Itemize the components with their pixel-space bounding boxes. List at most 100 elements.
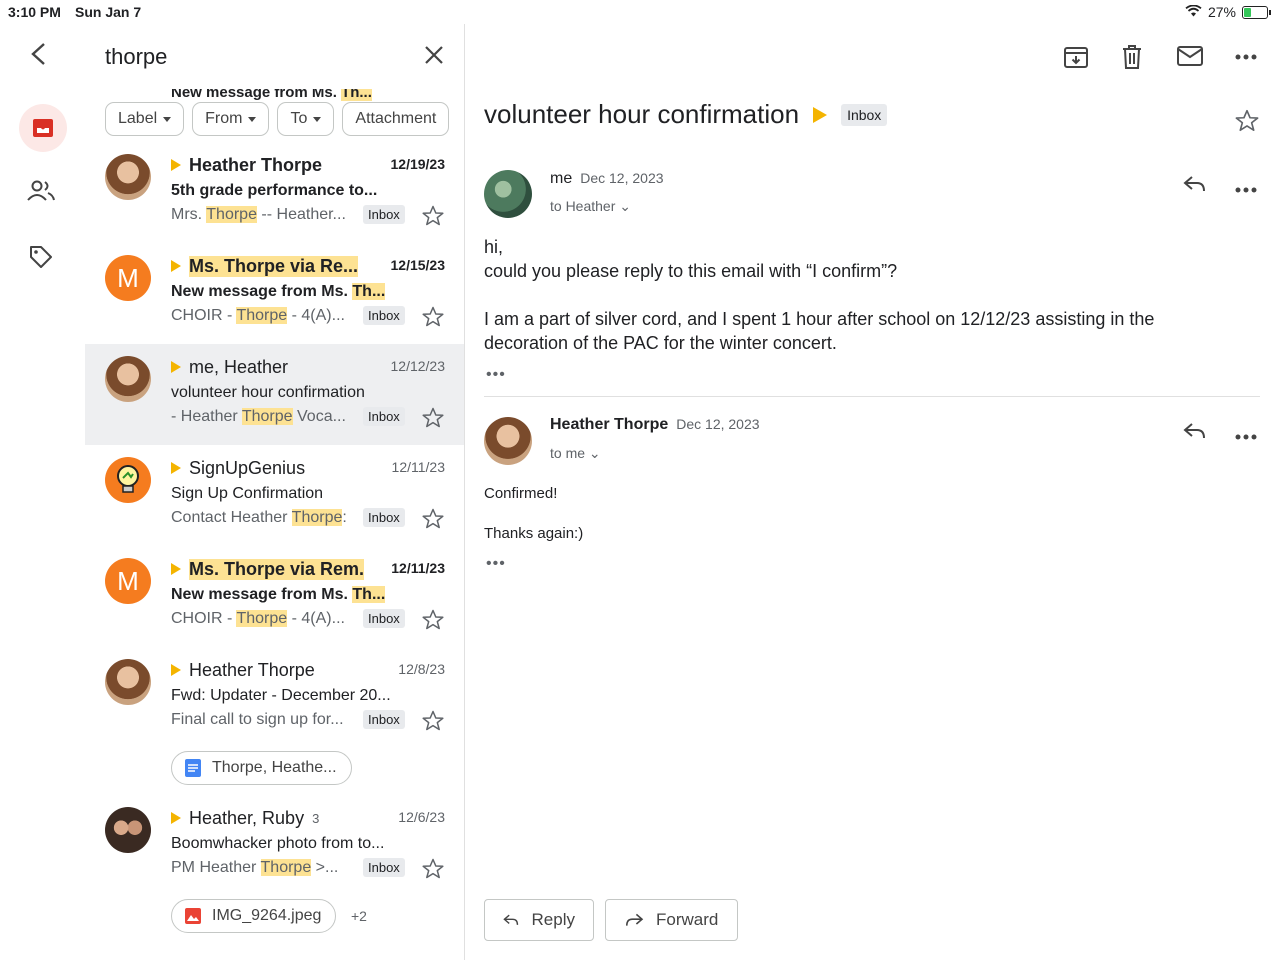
- forward-button[interactable]: Forward: [605, 899, 738, 941]
- email-date: 12/11/23: [391, 560, 445, 576]
- thread-subject-row: volunteer hour confirmation Inbox: [484, 99, 888, 130]
- attachment-chip[interactable]: Thorpe, Heathe...: [171, 751, 352, 785]
- more-options-icon[interactable]: [1235, 48, 1257, 66]
- chip-to[interactable]: To: [277, 102, 335, 136]
- reply-button[interactable]: Reply: [484, 899, 594, 941]
- avatar: [105, 154, 151, 200]
- forward-icon: [626, 913, 644, 926]
- star-icon[interactable]: [421, 204, 445, 233]
- star-icon[interactable]: [1234, 108, 1260, 139]
- avatar: M: [105, 255, 151, 301]
- message-divider: [484, 396, 1260, 397]
- email-snippet: CHOIR - Thorpe - 4(A)...: [171, 307, 345, 324]
- recipient-dropdown[interactable]: to me ⌄: [550, 445, 601, 462]
- email-row-selected[interactable]: me, Heather 12/12/23 volunteer hour conf…: [85, 344, 464, 445]
- email-snippet: Contact Heather Thorpe:: [171, 509, 347, 526]
- recipient-dropdown[interactable]: to Heather ⌄: [550, 198, 631, 215]
- message-more-icon[interactable]: [1235, 428, 1257, 446]
- inbox-label: Inbox: [363, 205, 405, 224]
- avatar: [105, 807, 151, 853]
- inbox-label[interactable]: Inbox: [841, 103, 888, 126]
- inbox-label: Inbox: [363, 609, 405, 628]
- star-icon[interactable]: [421, 507, 445, 536]
- important-marker-icon: [171, 664, 181, 676]
- email-row[interactable]: Heather Thorpe 12/19/23 5th grade perfor…: [85, 142, 464, 243]
- inbox-label: Inbox: [363, 306, 405, 325]
- show-trimmed-icon[interactable]: •••: [486, 555, 506, 573]
- search-query[interactable]: thorpe: [105, 44, 167, 70]
- email-row[interactable]: M Ms. Thorpe via Rem. 12/11/23 New messa…: [85, 546, 464, 647]
- search-bar[interactable]: thorpe: [85, 24, 464, 89]
- status-time: 3:10 PM: [8, 4, 61, 20]
- reply-icon: [503, 914, 519, 925]
- inbox-nav-button[interactable]: [19, 104, 67, 152]
- avatar: M: [105, 558, 151, 604]
- chip-from[interactable]: From: [192, 102, 270, 136]
- inbox-label: Inbox: [363, 407, 405, 426]
- reply-icon[interactable]: [1183, 421, 1207, 446]
- email-row[interactable]: M Ms. Thorpe via Re... 12/15/23 New mess…: [85, 243, 464, 344]
- status-bar: 3:10 PM Sun Jan 7 27%: [0, 0, 1280, 24]
- lightbulb-icon: [117, 465, 139, 493]
- inbox-label: Inbox: [363, 858, 405, 877]
- chip-attachment[interactable]: Attachment: [342, 102, 450, 136]
- avatar: [105, 457, 151, 503]
- email-subject: Fwd: Updater - December 20...: [171, 687, 391, 704]
- show-trimmed-icon[interactable]: •••: [486, 366, 506, 384]
- sender: Heather Thorpe: [189, 154, 323, 175]
- email-subject: Sign Up Confirmation: [171, 485, 324, 502]
- wifi-icon: [1185, 4, 1202, 20]
- delete-icon[interactable]: [1121, 44, 1143, 75]
- star-icon[interactable]: [421, 709, 445, 738]
- star-icon[interactable]: [421, 406, 445, 435]
- sender: Ms. Thorpe via Re...: [189, 255, 359, 277]
- docs-icon: [185, 759, 201, 777]
- star-icon[interactable]: [421, 305, 445, 334]
- mark-unread-icon[interactable]: [1176, 44, 1204, 73]
- email-date: 12/15/23: [390, 257, 446, 273]
- avatar: [484, 417, 532, 465]
- image-icon: [185, 908, 201, 924]
- email-snippet: - Heather Thorpe Voca...: [171, 408, 346, 425]
- important-marker-icon: [171, 462, 181, 474]
- message-sender: Heather Thorpe Dec 12, 2023: [550, 416, 760, 433]
- left-rail: [0, 24, 85, 960]
- people-icon[interactable]: [26, 179, 56, 208]
- email-row[interactable]: Heather Thorpe 12/8/23 Fwd: Updater - De…: [85, 647, 464, 795]
- attachment-chip[interactable]: IMG_9264.jpeg: [171, 899, 337, 933]
- chevron-down-icon: ⌄: [619, 198, 631, 214]
- email-subject: Boomwhacker photo from to...: [171, 835, 385, 852]
- inbox-label: Inbox: [363, 508, 405, 527]
- email-date: 12/12/23: [390, 358, 446, 374]
- sender: me, Heather: [189, 356, 289, 377]
- archive-icon[interactable]: [1063, 44, 1089, 75]
- email-snippet: Mrs. Thorpe -- Heather...: [171, 206, 346, 223]
- status-date: Sun Jan 7: [75, 4, 142, 20]
- email-row[interactable]: SignUpGenius 12/11/23 Sign Up Confirmati…: [85, 445, 464, 546]
- filter-chips: Label From To Attachment: [85, 102, 464, 138]
- dropdown-icon: [248, 116, 257, 122]
- label-icon[interactable]: [28, 244, 54, 275]
- email-date: 12/19/23: [390, 156, 446, 172]
- inbox-label: Inbox: [363, 710, 405, 729]
- email-subject: 5th grade performance to...: [171, 182, 378, 199]
- sender: Heather, Ruby: [189, 807, 305, 828]
- email-snippet: CHOIR - Thorpe - 4(A)...: [171, 610, 345, 627]
- email-subject: New message from Ms. Th...: [171, 283, 386, 300]
- reply-icon[interactable]: [1183, 174, 1207, 199]
- chevron-down-icon: ⌄: [588, 445, 601, 461]
- email-subject: volunteer hour confirmation: [171, 384, 365, 401]
- star-icon[interactable]: [421, 608, 445, 637]
- email-list-pane: thorpe New message from Ms. Th... Label …: [85, 24, 465, 960]
- email-row[interactable]: Heather, Ruby 3 12/6/23 Boomwhacker photo…: [85, 795, 464, 943]
- important-marker-icon: [171, 563, 181, 575]
- clear-search-icon[interactable]: [423, 44, 445, 71]
- email-date: 12/11/23: [391, 459, 445, 475]
- message-more-icon[interactable]: [1235, 181, 1257, 199]
- email-date: 12/6/23: [398, 809, 445, 825]
- star-icon[interactable]: [421, 857, 445, 886]
- chip-label[interactable]: Label: [105, 102, 185, 136]
- important-marker-icon: [171, 260, 181, 272]
- avatar: [105, 659, 151, 705]
- back-icon[interactable]: [28, 42, 50, 71]
